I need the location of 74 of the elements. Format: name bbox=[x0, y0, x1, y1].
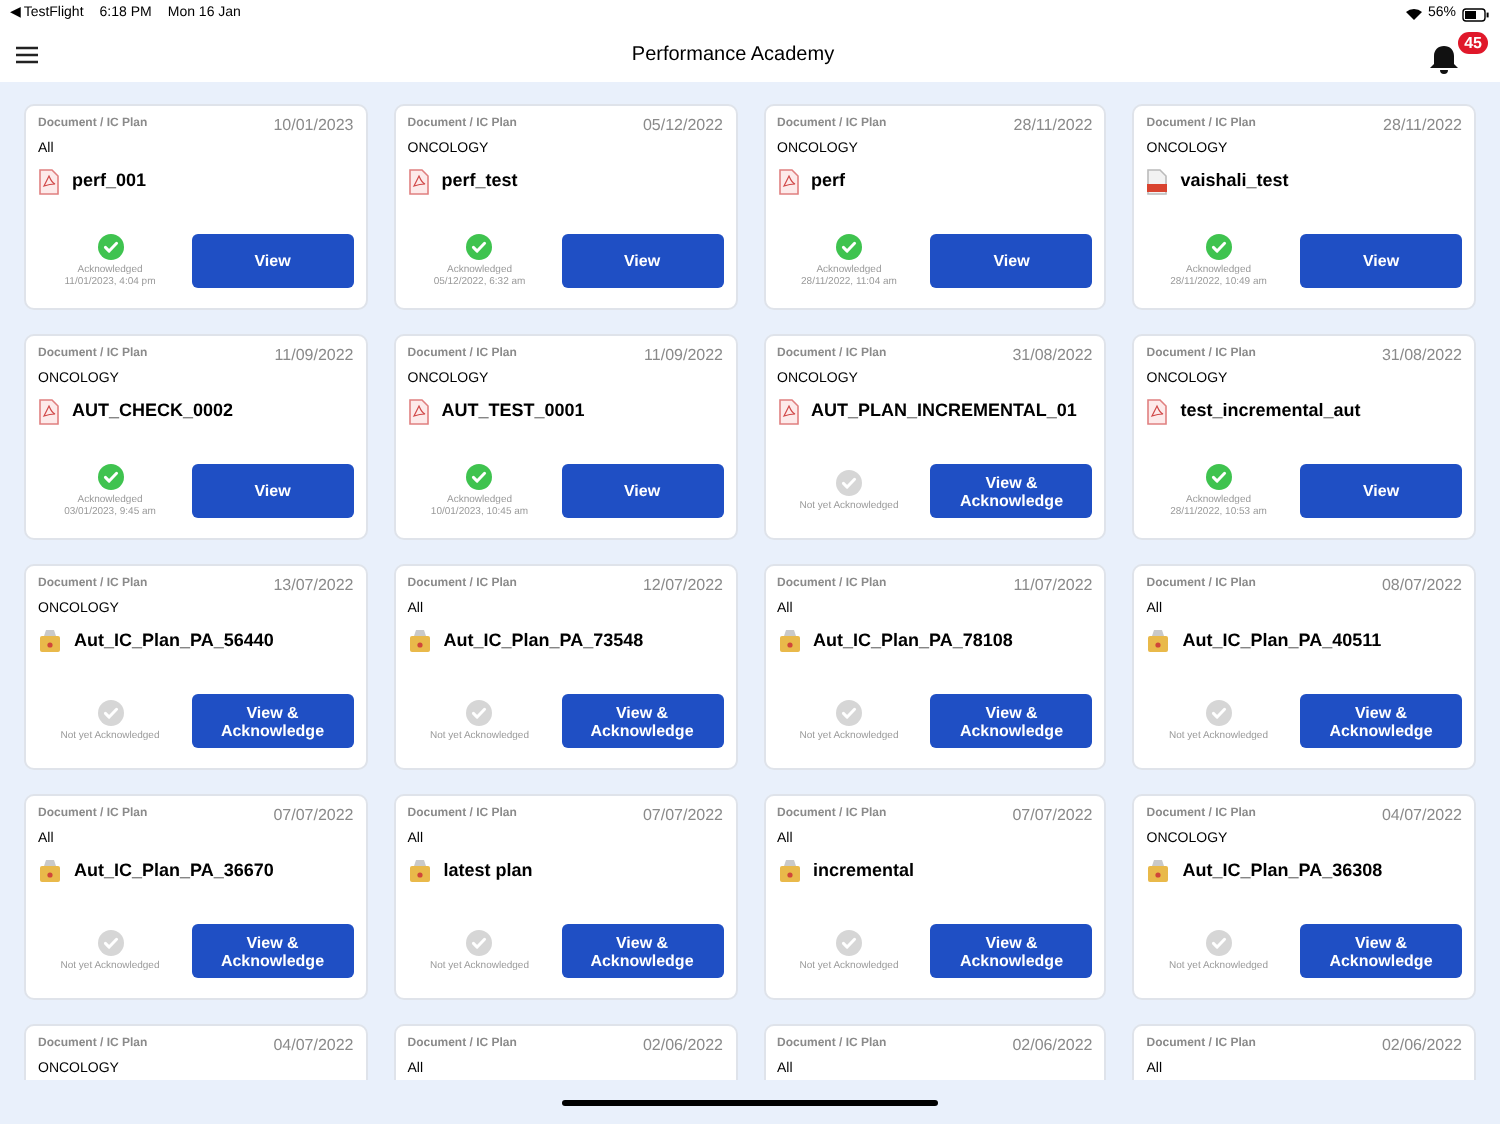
document-date: 13/07/2022 bbox=[273, 576, 354, 594]
package-icon bbox=[407, 858, 432, 885]
document-name: incremental bbox=[813, 858, 915, 884]
document-date: 05/12/2022 bbox=[642, 116, 723, 134]
package-icon bbox=[407, 628, 432, 655]
page-title: Performance Academy bbox=[631, 42, 835, 70]
view-button[interactable]: View & Acknowledge bbox=[930, 694, 1093, 748]
document-date: 07/07/2022 bbox=[642, 806, 723, 824]
bell-icon[interactable] bbox=[1427, 43, 1460, 75]
pdf-file-icon bbox=[407, 398, 430, 426]
document-date: 04/07/2022 bbox=[1381, 806, 1462, 824]
document-date: 31/08/2022 bbox=[1381, 346, 1462, 364]
document-name: AUT_CHECK_0002 bbox=[72, 398, 234, 425]
wifi-icon bbox=[1405, 8, 1422, 20]
document-date: 11/09/2022 bbox=[644, 346, 723, 364]
document-name: Aut_IC_Plan_PA_73548 bbox=[443, 628, 644, 654]
document-name: Aut_IC_Plan_PA_40511 bbox=[1182, 628, 1382, 654]
pdf-file-icon bbox=[38, 168, 60, 196]
notification-count-badge: 45 bbox=[1458, 31, 1488, 53]
pdf-file-icon bbox=[38, 398, 60, 426]
view-button[interactable]: View bbox=[561, 234, 723, 288]
document-date: 11/07/2022 bbox=[1013, 576, 1093, 594]
document-date: 02/06/2022 bbox=[642, 1036, 723, 1054]
document-name: vaishali_test bbox=[1180, 168, 1289, 195]
view-button[interactable]: View & Acknowledge bbox=[930, 924, 1093, 978]
view-button[interactable]: View & Acknowledge bbox=[191, 694, 354, 748]
package-icon bbox=[1146, 628, 1171, 655]
document-name: test_incremental_aut bbox=[1180, 398, 1361, 425]
view-button[interactable]: View bbox=[1300, 464, 1462, 518]
package-icon bbox=[777, 858, 801, 885]
package-icon bbox=[1146, 858, 1171, 885]
document-date: 28/11/2022 bbox=[1013, 116, 1093, 134]
document-date: 28/11/2022 bbox=[1383, 116, 1462, 134]
view-button[interactable]: View bbox=[191, 234, 354, 288]
view-button[interactable]: View & Acknowledge bbox=[191, 924, 354, 978]
document-date: 02/06/2022 bbox=[1381, 1036, 1462, 1054]
document-name: perf_test bbox=[441, 168, 518, 195]
package-icon bbox=[777, 628, 801, 655]
package-icon bbox=[38, 858, 62, 885]
document-date: 12/07/2022 bbox=[642, 576, 723, 594]
view-button[interactable]: View bbox=[191, 464, 354, 518]
view-button[interactable]: View & Acknowledge bbox=[930, 464, 1093, 518]
battery-icon bbox=[1462, 7, 1490, 21]
document-date: 04/07/2022 bbox=[273, 1036, 354, 1054]
document-name: latest plan bbox=[443, 858, 533, 884]
view-button[interactable]: View & Acknowledge bbox=[1300, 694, 1462, 748]
document-date: 07/07/2022 bbox=[273, 806, 354, 824]
document-name: Aut_IC_Plan_PA_78108 bbox=[813, 628, 1013, 654]
document-name: AUT_PLAN_INCREMENTAL_01 bbox=[811, 398, 1077, 425]
view-button[interactable]: View bbox=[930, 234, 1093, 288]
document-name: perf bbox=[811, 168, 846, 195]
document-name: perf_001 bbox=[72, 168, 147, 195]
pdf-file-icon bbox=[777, 398, 799, 426]
document-date: 02/06/2022 bbox=[1012, 1036, 1093, 1054]
document-date: 31/08/2022 bbox=[1012, 346, 1093, 364]
document-name: AUT_TEST_0001 bbox=[441, 398, 585, 425]
pdf-file-icon bbox=[777, 168, 799, 196]
document-date: 11/09/2022 bbox=[274, 346, 354, 364]
package-icon bbox=[38, 628, 62, 655]
view-button[interactable]: View & Acknowledge bbox=[1300, 924, 1462, 978]
menu-icon[interactable] bbox=[16, 46, 38, 64]
document-date: 08/07/2022 bbox=[1381, 576, 1462, 594]
document-name: Aut_IC_Plan_PA_56440 bbox=[74, 628, 274, 654]
document-date: 07/07/2022 bbox=[1012, 806, 1093, 824]
document-date: 10/01/2023 bbox=[273, 116, 354, 134]
pdf-file-icon bbox=[407, 168, 430, 196]
view-button[interactable]: View & Acknowledge bbox=[561, 924, 723, 978]
pdf-file-icon bbox=[1146, 398, 1169, 426]
slides-file-icon bbox=[1146, 168, 1169, 196]
document-name: Aut_IC_Plan_PA_36670 bbox=[74, 858, 274, 884]
view-button[interactable]: View & Acknowledge bbox=[561, 694, 723, 748]
document-name: Aut_IC_Plan_PA_36308 bbox=[1182, 858, 1383, 884]
view-button[interactable]: View bbox=[1300, 234, 1462, 288]
view-button[interactable]: View bbox=[561, 464, 723, 518]
